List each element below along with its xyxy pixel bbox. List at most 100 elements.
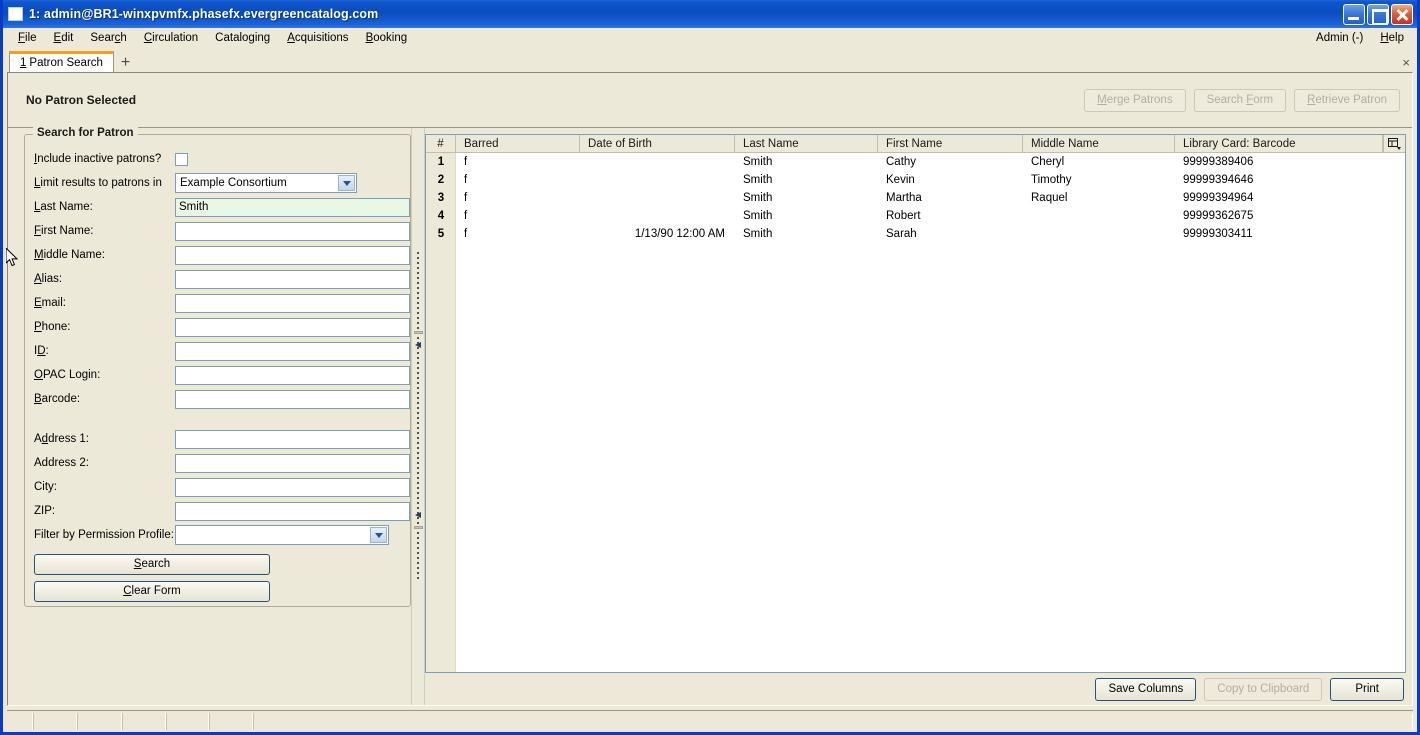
cell-last-name: Smith: [743, 228, 773, 240]
tab-strip: 1 Patron Search + ×: [3, 48, 1417, 72]
menu-cataloging[interactable]: Cataloging: [207, 30, 279, 46]
pane-splitter[interactable]: [411, 128, 425, 705]
cell-middle-name: Raquel: [1031, 192, 1068, 204]
search-button[interactable]: Search: [34, 554, 270, 575]
id-field[interactable]: [175, 341, 410, 361]
row-number: 4: [437, 210, 445, 222]
application-window: 1: admin@BR1-winxpvmfx.phasefx.evergreen…: [0, 0, 1420, 735]
tab-patron-search[interactable]: 1 Patron Search: [9, 51, 114, 72]
cell-library-card: 99999394646: [1183, 174, 1254, 186]
patron-header: No Patron Selected Merge Patrons Search …: [8, 73, 1412, 128]
city-field[interactable]: [175, 477, 410, 497]
middle-name-label: Middle Name:: [34, 249, 105, 261]
search-form-button[interactable]: Search Form: [1193, 88, 1287, 112]
zip-field[interactable]: [175, 501, 410, 521]
cell-last-name: Smith: [743, 174, 773, 186]
menu-file[interactable]: File: [10, 30, 46, 46]
results-pane: # Barred Date of Birth Last Name First N…: [425, 128, 1412, 705]
email-field[interactable]: [175, 293, 410, 313]
retrieve-patron-button[interactable]: Retrieve Patron: [1294, 88, 1400, 112]
print-button[interactable]: Print: [1330, 677, 1404, 701]
table-row[interactable]: 3 f Smith Martha Raquel 99999394964: [426, 189, 1405, 207]
save-columns-button[interactable]: Save Columns: [1095, 677, 1197, 701]
new-tab-button[interactable]: +: [114, 55, 137, 72]
limit-results-select[interactable]: Example Consortium: [175, 173, 357, 193]
menu-circulation[interactable]: Circulation: [136, 30, 207, 46]
column-header-barred[interactable]: Barred: [456, 135, 580, 152]
chevron-down-icon: [370, 527, 387, 543]
limit-results-label: Limit results to patrons in: [34, 177, 162, 189]
row-email: Email:: [25, 291, 410, 315]
status-bar: [7, 710, 1413, 732]
content-frame: No Patron Selected Merge Patrons Search …: [7, 72, 1413, 706]
cell-last-name: Smith: [743, 210, 773, 222]
cell-first-name: Kevin: [886, 174, 915, 186]
splitter-grip[interactable]: [417, 251, 419, 582]
cell-middle-name: Cheryl: [1031, 156, 1065, 168]
menu-acquisitions[interactable]: Acquisitions: [279, 30, 357, 46]
city-label: City:: [34, 481, 57, 493]
menu-help[interactable]: Help: [1372, 30, 1413, 46]
table-row[interactable]: 1 f Smith Cathy Cheryl 99999389406: [426, 153, 1405, 171]
column-picker-icon[interactable]: [1383, 135, 1405, 152]
address-1-field[interactable]: [175, 429, 410, 449]
row-first-name: First Name:: [25, 219, 410, 243]
copy-to-clipboard-button[interactable]: Copy to Clipboard: [1204, 677, 1323, 701]
limit-results-value: Example Consortium: [180, 177, 287, 189]
column-header-last-name[interactable]: Last Name: [735, 135, 878, 152]
collapse-left-arrow-icon-2[interactable]: [415, 512, 422, 519]
table-row[interactable]: 5 f 1/13/90 12:00 AM Smith Sarah 99999303411: [426, 225, 1405, 243]
menu-booking[interactable]: Booking: [358, 30, 417, 46]
first-name-field[interactable]: [175, 221, 410, 241]
merge-patrons-button[interactable]: Merge Patrons: [1084, 88, 1186, 112]
close-tab-icon[interactable]: ×: [1402, 55, 1417, 72]
first-name-label: First Name:: [34, 225, 94, 237]
menu-admin[interactable]: Admin (-): [1308, 30, 1372, 46]
status-panel-2: [33, 713, 77, 730]
row-include-inactive: Include inactive patrons?: [25, 147, 410, 171]
barcode-field[interactable]: [175, 389, 410, 409]
results-rows: 1 f Smith Cathy Cheryl 99999389406 2 f Smith Kevi…: [426, 153, 1405, 243]
include-inactive-checkbox[interactable]: [175, 152, 188, 166]
cell-middle-name: Timothy: [1031, 174, 1072, 186]
close-button[interactable]: [1391, 3, 1413, 25]
address-2-field[interactable]: [175, 453, 410, 473]
opac-login-label: OPAC Login:: [34, 369, 101, 381]
phone-label: Phone:: [34, 321, 71, 333]
maximize-button[interactable]: [1367, 3, 1389, 25]
status-panel-5: [166, 713, 209, 730]
collapse-left-arrow-icon[interactable]: [415, 342, 422, 349]
cell-library-card: 99999389406: [1183, 156, 1254, 168]
cell-barred: f: [464, 210, 468, 222]
include-inactive-label: Include inactive patrons?: [34, 153, 162, 165]
table-row[interactable]: 2 f Smith Kevin Timothy 99999394646: [426, 171, 1405, 189]
minimize-button[interactable]: [1343, 3, 1365, 25]
alias-field[interactable]: [175, 269, 410, 289]
column-header-dob[interactable]: Date of Birth: [580, 135, 735, 152]
results-table-header: # Barred Date of Birth Last Name First N…: [426, 135, 1405, 153]
opac-login-field[interactable]: [175, 365, 410, 385]
column-header-library-card[interactable]: Library Card: Barcode: [1175, 135, 1383, 152]
menu-edit[interactable]: Edit: [46, 30, 83, 46]
phone-field[interactable]: [175, 317, 410, 337]
middle-name-field[interactable]: [175, 245, 410, 265]
row-last-name: Last Name:: [25, 195, 410, 219]
column-header-first-name[interactable]: First Name: [878, 135, 1023, 152]
column-header-number[interactable]: #: [426, 135, 456, 152]
table-row[interactable]: 4 f Smith Robert 99999362675: [426, 207, 1405, 225]
results-table-body: 1 f Smith Cathy Cheryl 99999389406 2 f Smith Kevi…: [426, 153, 1405, 672]
last-name-field[interactable]: [175, 197, 410, 217]
permission-profile-select[interactable]: [175, 525, 389, 545]
window-title: 1: admin@BR1-winxpvmfx.phasefx.evergreen…: [29, 7, 379, 21]
status-panel-7: [253, 713, 1413, 730]
last-name-label: Last Name:: [34, 201, 93, 213]
form-spacer: [25, 411, 410, 427]
row-limit-results: Limit results to patrons in Example Cons…: [25, 171, 410, 195]
menu-search[interactable]: Search: [82, 30, 135, 46]
status-panel-3: [77, 713, 122, 730]
row-barcode: Barcode:: [25, 387, 410, 411]
column-header-middle-name[interactable]: Middle Name: [1023, 135, 1175, 152]
clear-form-button[interactable]: Clear Form: [34, 581, 270, 602]
row-id: ID:: [25, 339, 410, 363]
patron-status-label: No Patron Selected: [26, 93, 137, 107]
